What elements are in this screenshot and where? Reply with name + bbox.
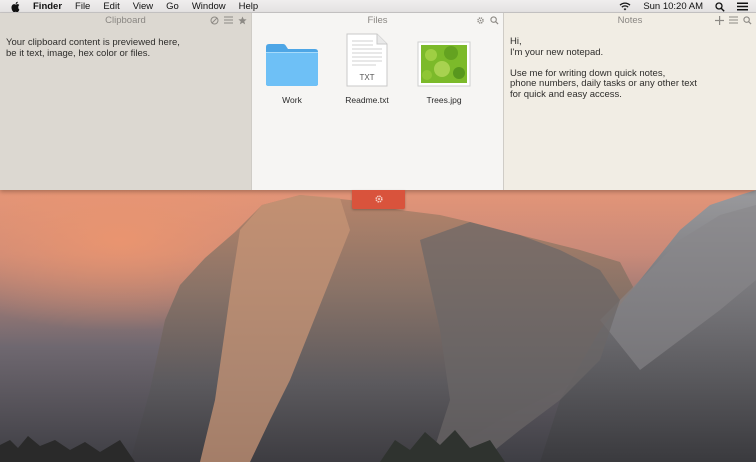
files-toolbar (475, 15, 499, 25)
note-line (510, 58, 750, 69)
menu-finder[interactable]: Finder (33, 0, 62, 13)
star-icon[interactable] (237, 15, 247, 25)
file-type-badge: TXT (359, 73, 374, 82)
clipboard-preview: Your clipboard content is previewed here… (6, 37, 246, 59)
file-name: Trees.jpg (426, 95, 462, 105)
note-line: I'm your new notepad. (510, 46, 604, 58)
file-item-readme[interactable]: TXT Readme.txt (337, 33, 397, 105)
image-thumbnail-icon (414, 37, 474, 87)
clipboard-header: Clipboard (0, 13, 251, 28)
panel-toggle-tab[interactable] (352, 190, 405, 209)
file-name: Readme.txt (345, 95, 389, 105)
search-icon[interactable] (489, 15, 499, 25)
menu-help[interactable]: Help (239, 0, 259, 13)
list-icon[interactable] (223, 15, 233, 25)
files-header: Files (252, 13, 503, 28)
note-line: phone numbers, daily tasks or any other … (510, 78, 697, 89)
apple-logo-icon[interactable] (10, 1, 21, 12)
notes-title: Notes (617, 15, 643, 26)
clipboard-title: Clipboard (105, 15, 146, 26)
menu-file[interactable]: File (75, 0, 90, 13)
folder-icon (262, 37, 322, 87)
file-name: Work (282, 95, 302, 105)
notepad-editor[interactable]: Hi, I'm your new notepad. Use me for wri… (510, 36, 750, 100)
clear-icon[interactable] (209, 15, 219, 25)
notes-section: Notes Hi, I'm your new notepad. Use me f… (504, 13, 756, 190)
notes-toolbar (714, 15, 752, 25)
notes-header: Notes (504, 13, 756, 28)
clipboard-section: Clipboard Your clipboard content is prev… (0, 13, 252, 190)
files-title: Files (367, 15, 388, 26)
clipboard-line: be it text, image, hex color or files. (6, 48, 151, 59)
file-item-work[interactable]: Work (262, 37, 322, 105)
wifi-icon[interactable] (619, 2, 631, 11)
gear-icon (374, 191, 384, 209)
note-line: for quick and easy access. (510, 88, 622, 100)
clipboard-toolbar (209, 15, 247, 25)
search-icon[interactable] (742, 15, 752, 25)
file-item-trees[interactable]: Trees.jpg (414, 37, 474, 105)
menu-edit[interactable]: Edit (103, 0, 119, 13)
notification-center-icon[interactable] (737, 2, 748, 11)
plus-icon[interactable] (714, 15, 724, 25)
clipboard-line: Your clipboard content is previewed here… (6, 37, 180, 48)
text-document-icon: TXT (337, 33, 397, 87)
menubar-clock[interactable]: Sun 10:20 AM (643, 0, 703, 13)
menu-view[interactable]: View (133, 0, 153, 13)
menu-go[interactable]: Go (166, 0, 179, 13)
files-items-layer: Work TXT Readme.txt Trees.jpg (252, 33, 504, 117)
note-line: Hi, (510, 36, 522, 47)
menu-window[interactable]: Window (192, 0, 226, 13)
menubar-status-area: Sun 10:20 AM (619, 0, 748, 13)
list-icon[interactable] (728, 15, 738, 25)
gear-icon[interactable] (475, 15, 485, 25)
spotlight-search-icon[interactable] (715, 1, 725, 12)
menu-bar: Finder File Edit View Go Window Help Sun… (0, 0, 756, 13)
